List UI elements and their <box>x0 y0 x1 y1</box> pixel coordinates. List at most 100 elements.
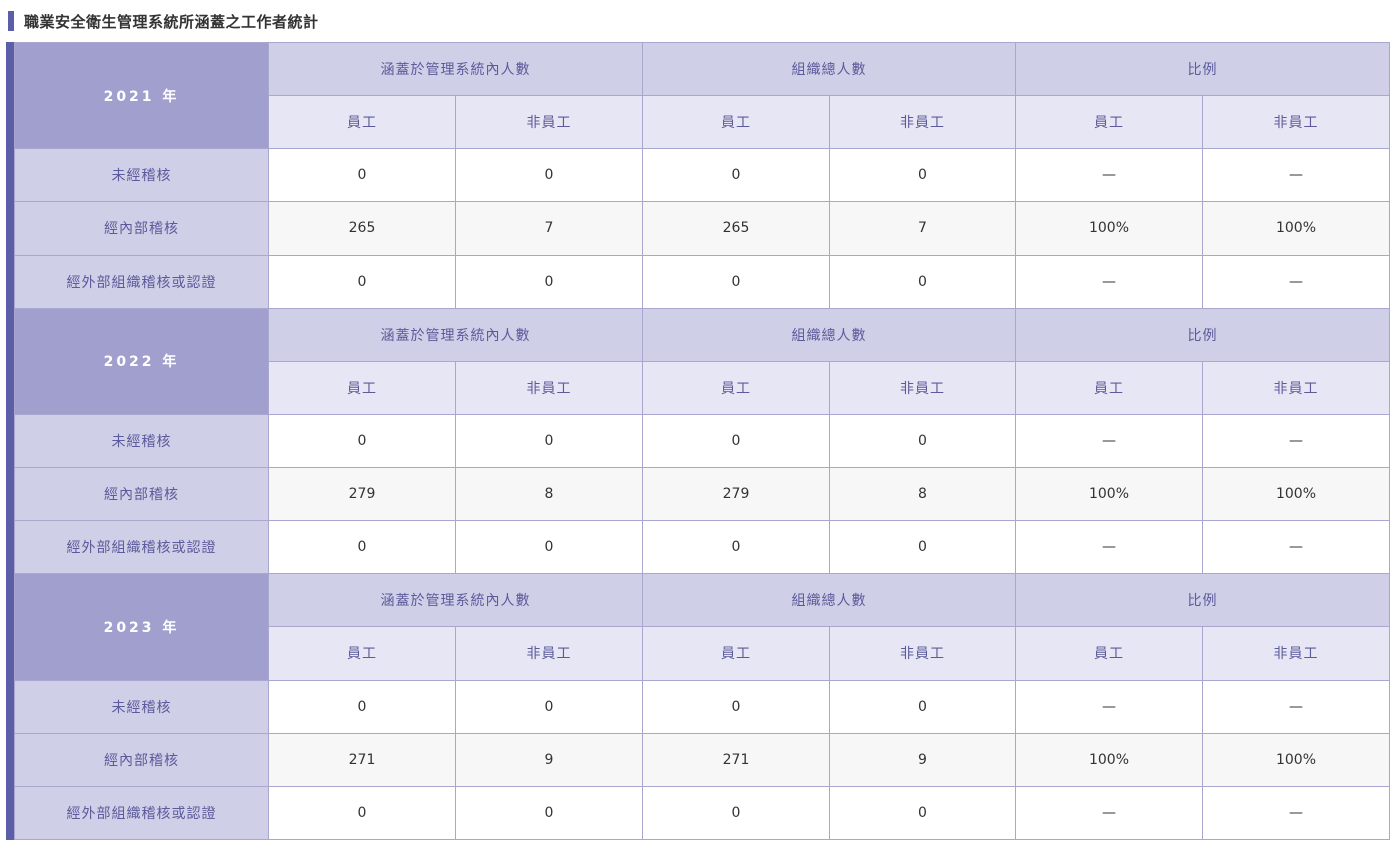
table-cell: — <box>1202 148 1390 203</box>
column-sub-header: 員工 <box>642 360 830 415</box>
table-cell: 100% <box>1015 201 1203 256</box>
column-group-header: 比例 <box>1015 307 1390 362</box>
column-group-header: 涵蓋於管理系統內人數 <box>268 307 643 362</box>
column-sub-header: 非員工 <box>1202 626 1390 681</box>
table-cell: 100% <box>1015 732 1203 787</box>
table-cell: — <box>1015 520 1203 575</box>
row-label: 未經稽核 <box>14 413 269 469</box>
table-cell: 0 <box>829 679 1016 734</box>
table-cell: 100% <box>1015 466 1203 522</box>
table-row: 未經稽核 0 0 0 0— — <box>14 679 1390 734</box>
column-sub-header: 非員工 <box>1202 95 1390 150</box>
table-body: 2021 年涵蓋於管理系統內人數 組織總人數 比例 員工 非員工 員工 非員工 員工 非員工 未經… <box>14 41 1390 841</box>
table-cell: 0 <box>642 148 830 203</box>
row-label: 經內部稽核 <box>14 466 269 522</box>
table-cell: — <box>1015 679 1203 734</box>
table-cell: 0 <box>268 520 456 575</box>
table-cell: 0 <box>455 254 643 309</box>
table-cell: 0 <box>642 785 830 841</box>
column-sub-header: 非員工 <box>1202 360 1390 415</box>
column-sub-header: 非員工 <box>829 360 1016 415</box>
table-row: 經內部稽核 265 7 265 7 100% 100% <box>14 201 1390 256</box>
table-cell: 0 <box>455 413 643 469</box>
column-sub-header: 員工 <box>268 360 456 415</box>
column-sub-header: 員工 <box>1015 95 1203 150</box>
table-cell: 0 <box>829 254 1016 309</box>
column-group-header: 比例 <box>1015 573 1390 628</box>
column-sub-header: 非員工 <box>455 360 643 415</box>
table-cell: 9 <box>829 732 1016 787</box>
table-cell: 0 <box>268 785 456 841</box>
table-cell: 100% <box>1202 732 1390 787</box>
column-group-header: 組織總人數 <box>642 573 1016 628</box>
row-label: 經外部組織稽核或認證 <box>14 785 269 841</box>
table-cell: 0 <box>268 679 456 734</box>
column-group-header: 涵蓋於管理系統內人數 <box>268 41 643 97</box>
table-cell: 265 <box>642 201 830 256</box>
table-cell: — <box>1015 254 1203 309</box>
table-cell: 9 <box>455 732 643 787</box>
table-cell: 0 <box>268 254 456 309</box>
table-cell: — <box>1202 679 1390 734</box>
table-cell: 0 <box>268 148 456 203</box>
table-cell: — <box>1202 520 1390 575</box>
table-cell: 0 <box>829 785 1016 841</box>
table-cell: 8 <box>829 466 1016 522</box>
year-label: 2022 年 <box>14 307 269 415</box>
table-cell: 0 <box>829 413 1016 469</box>
page-title: 職業安全衛生管理系統所涵蓋之工作者統計 <box>24 12 319 31</box>
table-container: 2021 年涵蓋於管理系統內人數 組織總人數 比例 員工 非員工 員工 非員工 員工 非員工 未經… <box>6 41 1390 841</box>
table-cell: 271 <box>642 732 830 787</box>
table-cell: 0 <box>829 520 1016 575</box>
column-sub-header: 非員工 <box>829 95 1016 150</box>
table-cell: 265 <box>268 201 456 256</box>
table-cell: — <box>1015 413 1203 469</box>
table-cell: 100% <box>1202 201 1390 256</box>
row-label: 未經稽核 <box>14 148 269 203</box>
table-cell: 0 <box>642 413 830 469</box>
table-row: 經內部稽核 279 8 279 8 100% 100% <box>14 466 1390 522</box>
year-label: 2023 年 <box>14 573 269 681</box>
table-cell: 100% <box>1202 466 1390 522</box>
table-cell: 279 <box>642 466 830 522</box>
table-cell: 0 <box>455 520 643 575</box>
year-header-row: 2021 年涵蓋於管理系統內人數 組織總人數 比例 <box>14 41 1390 150</box>
table-cell: — <box>1015 785 1203 841</box>
year-header-row: 2022 年涵蓋於管理系統內人數 組織總人數 比例 <box>14 307 1390 415</box>
row-label: 經內部稽核 <box>14 201 269 256</box>
year-label: 2021 年 <box>14 41 269 150</box>
table-row: 經外部組織稽核或認證 0 0 0 0— — <box>14 520 1390 575</box>
title-accent-bar <box>8 11 14 31</box>
table-cell: 7 <box>455 201 643 256</box>
row-label: 經外部組織稽核或認證 <box>14 520 269 575</box>
table-cell: — <box>1202 785 1390 841</box>
column-sub-header: 員工 <box>1015 626 1203 681</box>
table-cell: 0 <box>455 785 643 841</box>
column-sub-header: 員工 <box>642 95 830 150</box>
table-cell: 271 <box>268 732 456 787</box>
table-cell: 0 <box>642 254 830 309</box>
table-cell: 0 <box>642 679 830 734</box>
year-header-row: 2023 年涵蓋於管理系統內人數 組織總人數 比例 <box>14 573 1390 681</box>
table-cell: 8 <box>455 466 643 522</box>
row-label: 經外部組織稽核或認證 <box>14 254 269 309</box>
column-sub-header: 非員工 <box>455 95 643 150</box>
table-row: 經內部稽核 271 9 271 9 100% 100% <box>14 732 1390 787</box>
column-group-header: 涵蓋於管理系統內人數 <box>268 573 643 628</box>
table-cell: 0 <box>829 148 1016 203</box>
column-group-header: 組織總人數 <box>642 41 1016 97</box>
column-sub-header: 員工 <box>642 626 830 681</box>
column-sub-header: 非員工 <box>455 626 643 681</box>
table-cell: — <box>1202 254 1390 309</box>
section-title: 職業安全衛生管理系統所涵蓋之工作者統計 <box>8 10 319 32</box>
row-label: 經內部稽核 <box>14 732 269 787</box>
table-cell: 279 <box>268 466 456 522</box>
table-row: 經外部組織稽核或認證 0 0 0 0— — <box>14 254 1390 309</box>
column-sub-header: 員工 <box>268 95 456 150</box>
table-cell: 0 <box>455 679 643 734</box>
column-group-header: 組織總人數 <box>642 307 1016 362</box>
column-sub-header: 非員工 <box>829 626 1016 681</box>
column-sub-header: 員工 <box>268 626 456 681</box>
table-cell: 7 <box>829 201 1016 256</box>
column-group-header: 比例 <box>1015 41 1390 97</box>
